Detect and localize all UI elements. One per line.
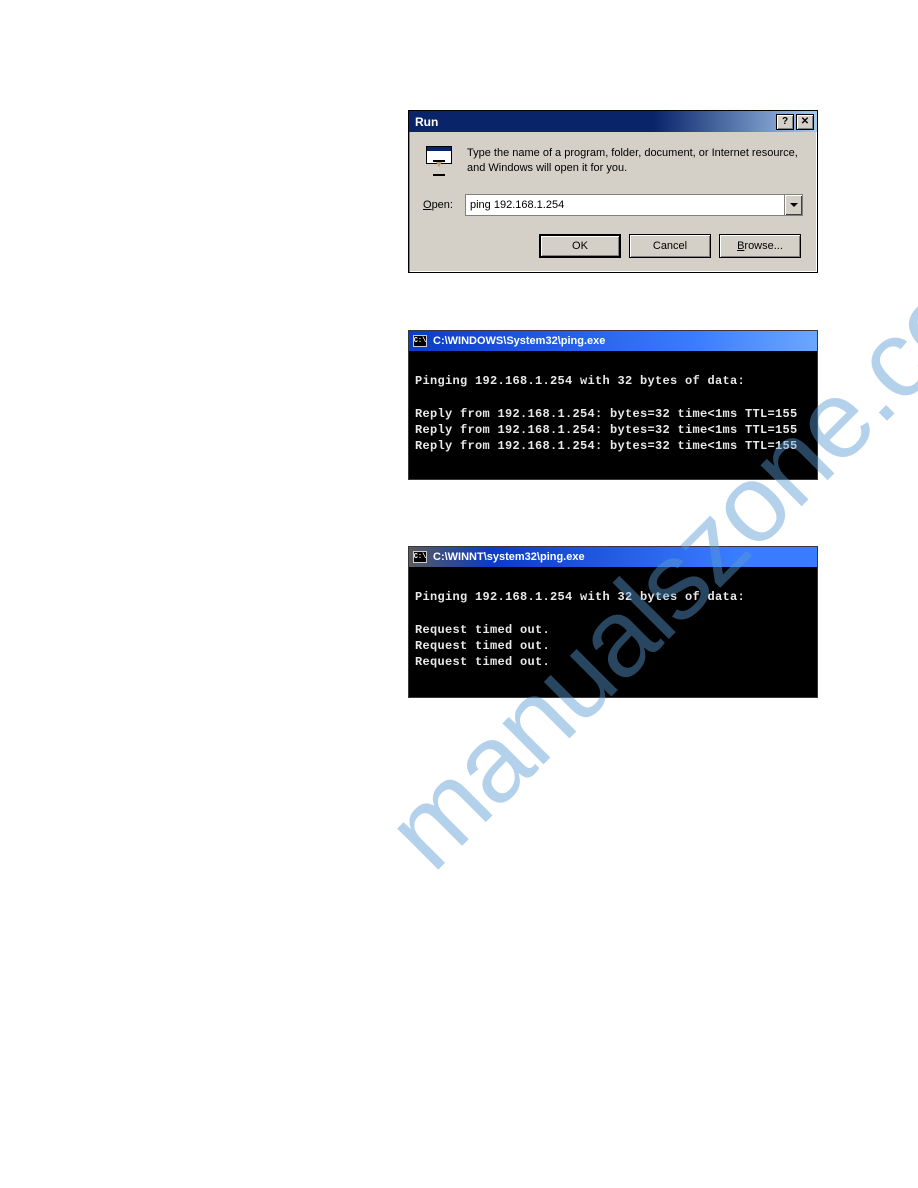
run-app-icon: [423, 146, 455, 178]
help-button[interactable]: ?: [776, 114, 794, 130]
open-input[interactable]: [466, 195, 784, 215]
close-button[interactable]: ✕: [796, 114, 814, 130]
cmd-icon: C:\: [413, 335, 427, 347]
combo-dropdown-button[interactable]: [784, 195, 802, 215]
run-description: Type the name of a program, folder, docu…: [467, 146, 803, 176]
console2-output: Pinging 192.168.1.254 with 32 bytes of d…: [409, 567, 817, 676]
run-dialog: Run ? ✕ Type the name of a program, fold…: [408, 110, 818, 273]
console1-titlebar[interactable]: C:\ C:\WINDOWS\System32\ping.exe: [409, 331, 817, 351]
console2-titlebar[interactable]: C:\ C:\WINNT\system32\ping.exe: [409, 547, 817, 567]
run-body: Type the name of a program, folder, docu…: [409, 132, 817, 272]
console2-title-text: C:\WINNT\system32\ping.exe: [433, 551, 585, 563]
console-window-timeout: C:\ C:\WINNT\system32\ping.exe Pinging 1…: [408, 546, 818, 698]
run-title-text: Run: [415, 115, 438, 129]
ok-button[interactable]: OK: [539, 234, 621, 258]
cmd-icon: C:\: [413, 551, 427, 563]
open-label: Open:: [423, 199, 453, 211]
console1-title-text: C:\WINDOWS\System32\ping.exe: [433, 335, 605, 347]
console-window-success: C:\ C:\WINDOWS\System32\ping.exe Pinging…: [408, 330, 818, 480]
watermark-text: manualszone.com: [361, 194, 918, 894]
console1-output: Pinging 192.168.1.254 with 32 bytes of d…: [409, 351, 817, 460]
browse-button[interactable]: Browse...: [719, 234, 801, 258]
run-titlebar[interactable]: Run ? ✕: [409, 111, 817, 132]
open-combobox[interactable]: [465, 194, 803, 216]
cancel-button[interactable]: Cancel: [629, 234, 711, 258]
titlebar-buttons: ? ✕: [776, 114, 814, 130]
